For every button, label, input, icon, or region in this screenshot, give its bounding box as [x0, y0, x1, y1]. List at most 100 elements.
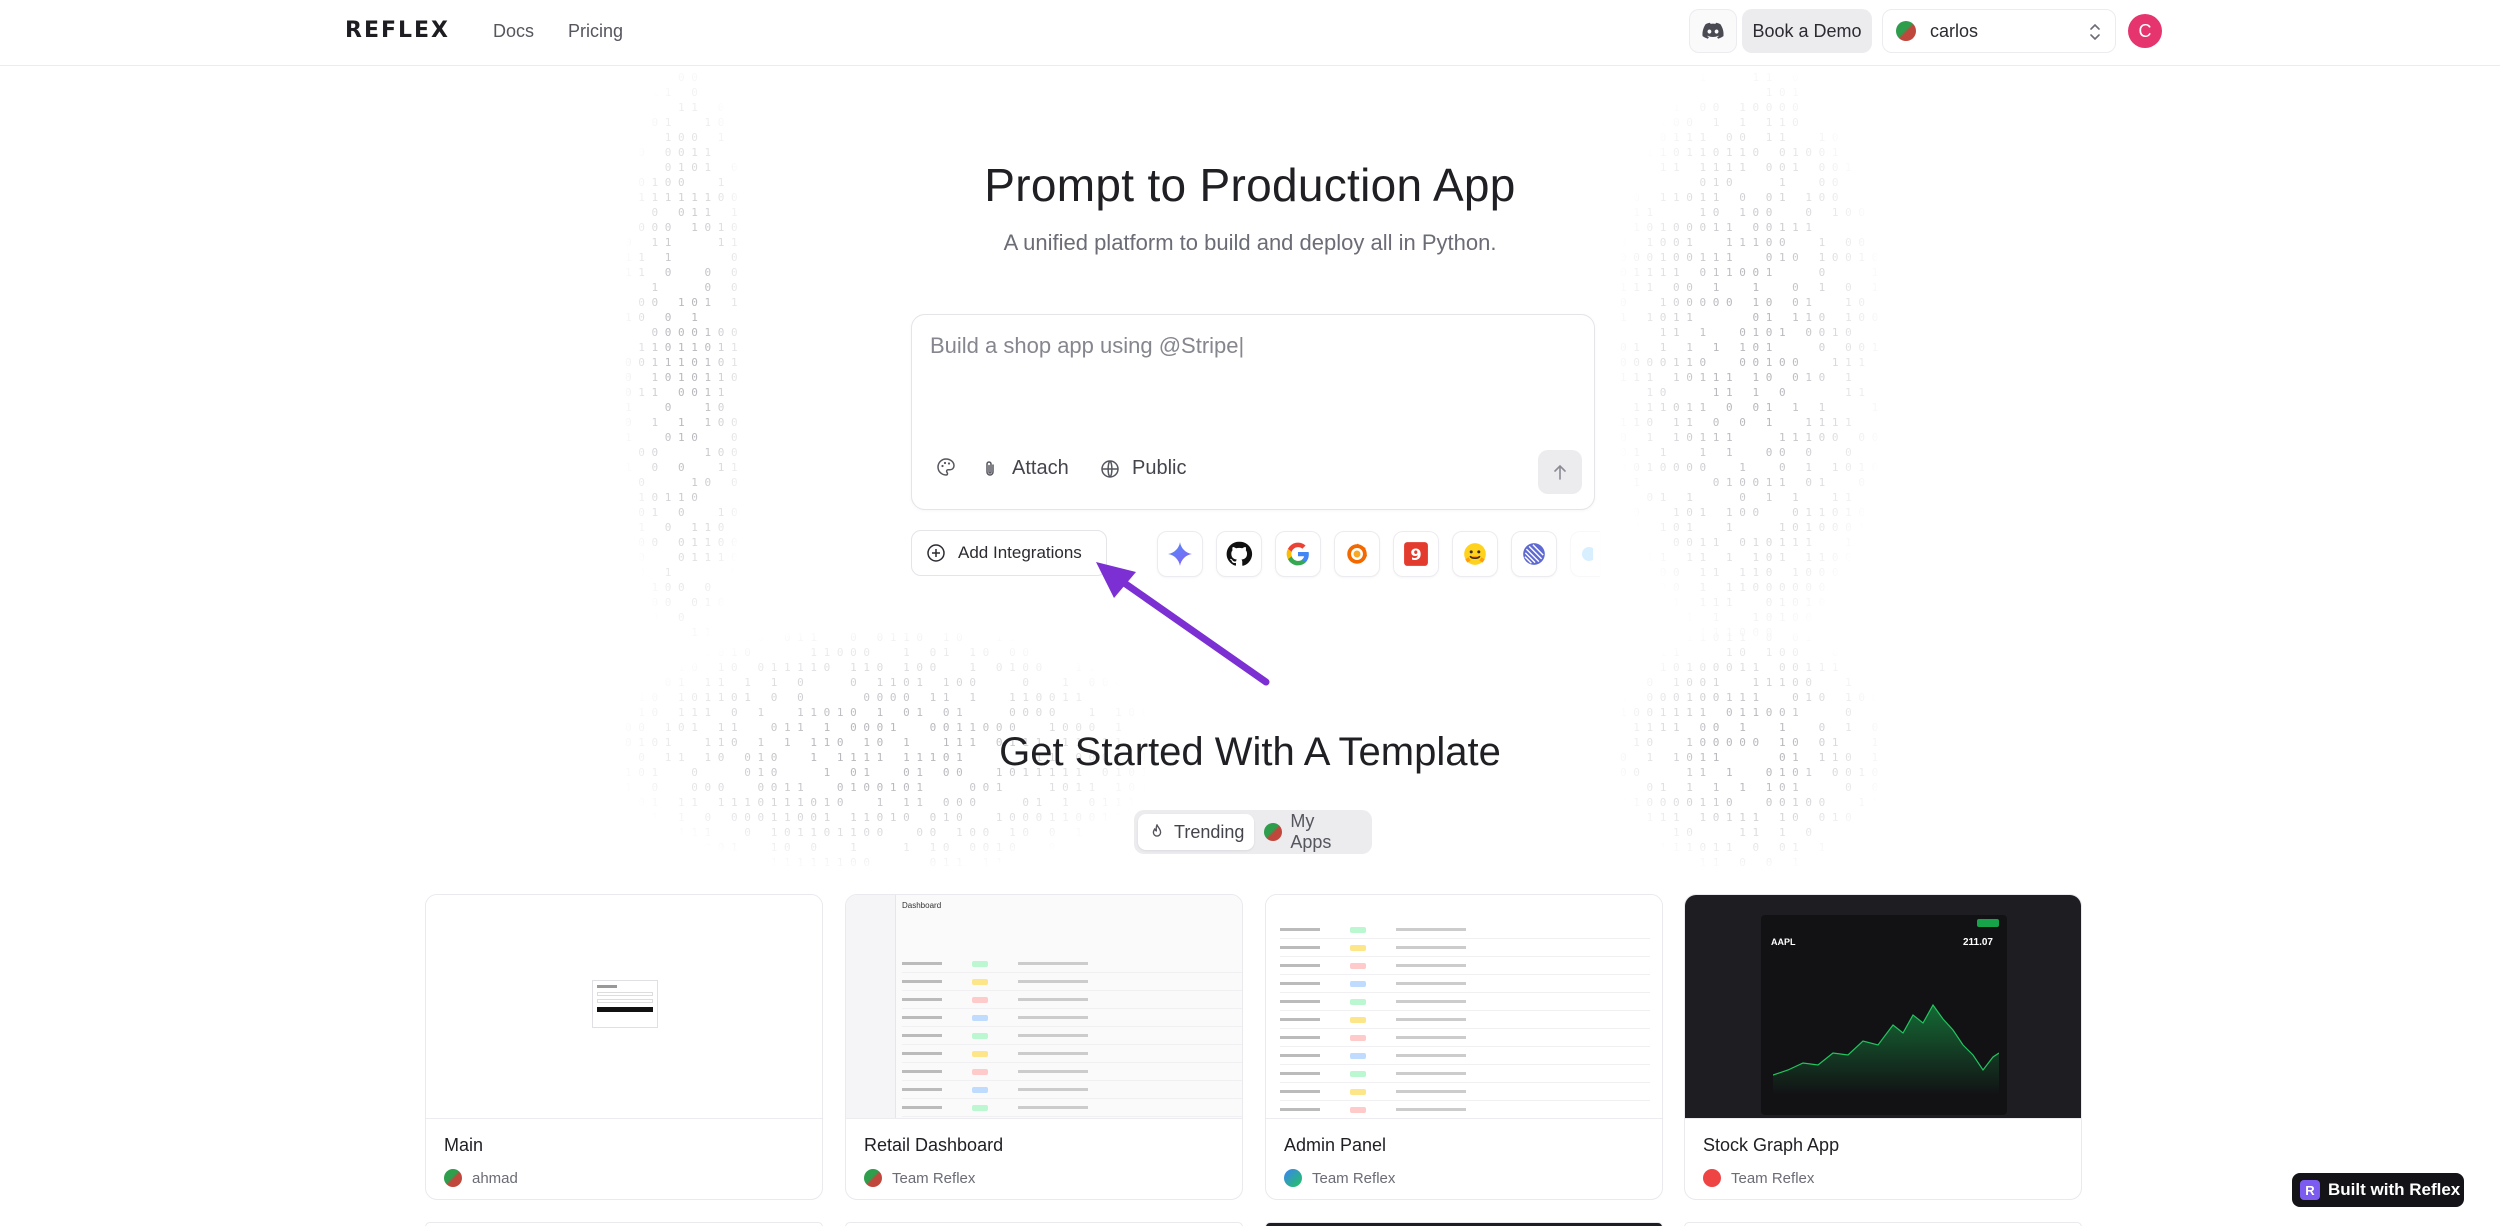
- card-author: ahmad: [444, 1169, 518, 1187]
- integration-more[interactable]: [1570, 531, 1600, 577]
- tab-trending-label: Trending: [1174, 821, 1245, 842]
- preview-table: [902, 955, 1242, 1117]
- account-color-dot: [1896, 21, 1916, 41]
- preview-row: [1280, 939, 1650, 957]
- card-author-name: Team Reflex: [1731, 1169, 1815, 1187]
- preview-table: [1280, 921, 1650, 1118]
- add-integrations-button[interactable]: Add Integrations: [911, 530, 1107, 576]
- templates-tabs: Trending My Apps: [1134, 810, 1372, 854]
- account-name: carlos: [1930, 20, 1979, 41]
- tab-my-apps-label: My Apps: [1290, 811, 1332, 852]
- tab-my-apps[interactable]: My Apps: [1254, 811, 1368, 852]
- author-dot: [1284, 1169, 1302, 1187]
- preview-row: [902, 1027, 1242, 1045]
- preview-row: [902, 1099, 1242, 1117]
- preview-row: [902, 955, 1242, 973]
- google-icon: [1286, 542, 1309, 566]
- integration-huggingface[interactable]: [1452, 531, 1498, 577]
- top-navbar: REFLEX Docs Pricing Book a Demo carlos C: [0, 0, 2500, 66]
- built-with-reflex-label: Built with Reflex: [2328, 1180, 2461, 1199]
- visibility-button[interactable]: Public: [1100, 457, 1186, 480]
- template-card-admin-panel[interactable]: Admin Panel Team Reflex: [1265, 894, 1663, 1200]
- book-demo-button[interactable]: Book a Demo: [1742, 9, 1872, 53]
- more-icon: [1581, 547, 1593, 561]
- preview-heading: Dashboard: [902, 901, 942, 910]
- preview-stock-chart: [1773, 1003, 1999, 1095]
- card-title: Retail Dashboard: [864, 1135, 1004, 1155]
- preview-row: [902, 991, 1242, 1009]
- card-author-name: Team Reflex: [892, 1169, 976, 1187]
- preview-row: [902, 973, 1242, 991]
- submit-prompt-button[interactable]: [1538, 450, 1582, 494]
- preview-row: [902, 1063, 1242, 1081]
- prompt-box[interactable]: Build a shop app using @Stripe| Attach P…: [911, 314, 1595, 510]
- preview-row: [1280, 1029, 1650, 1047]
- binary-pattern-right: 0 0 1 1 1 1 0 0 0 1 0 0 1 0 0 1 0 1 0 0 …: [1620, 71, 1879, 639]
- arrow-up-icon: [1554, 464, 1566, 480]
- preview-row: [1280, 1065, 1650, 1083]
- plus-circle-icon: [927, 544, 945, 562]
- preview-row: [1280, 957, 1650, 975]
- preview-login-form: [592, 980, 658, 1028]
- grafana-icon: [1347, 543, 1368, 564]
- attach-button[interactable]: Attach: [980, 457, 1069, 480]
- card-author: Team Reflex: [864, 1169, 975, 1187]
- preview-row: [1280, 993, 1650, 1011]
- preview-ticker: AAPL: [1771, 937, 1796, 947]
- template-card-retail-dashboard[interactable]: Dashboard Retail Dashboard Team Reflex: [845, 894, 1243, 1200]
- flame-icon: [1152, 824, 1162, 837]
- preview-row: [1280, 1101, 1650, 1118]
- user-avatar[interactable]: C: [2128, 14, 2162, 48]
- card-title: Stock Graph App: [1703, 1135, 1840, 1155]
- author-dot: [444, 1169, 462, 1187]
- preview-row: [902, 1009, 1242, 1027]
- template-card-next-row: [425, 1222, 823, 1226]
- template-card-next-row: [845, 1222, 1243, 1226]
- add-integrations-label: Add Integrations: [958, 543, 1082, 562]
- visibility-label: Public: [1132, 457, 1187, 479]
- chevron-up-down-icon: [2090, 23, 2100, 41]
- author-dot: [1703, 1169, 1721, 1187]
- integration-grafana[interactable]: [1334, 531, 1380, 577]
- card-preview: AAPL 211.07: [1685, 895, 2081, 1119]
- preview-price: 211.07: [1962, 937, 1993, 948]
- integration-nine[interactable]: 9: [1393, 531, 1439, 577]
- globe-icon: [1101, 459, 1119, 478]
- nav-pricing-link[interactable]: Pricing: [568, 19, 623, 43]
- preview-row: [1280, 1083, 1650, 1101]
- annotation-arrow: [1096, 562, 1270, 686]
- nav-docs-link[interactable]: Docs: [493, 19, 534, 43]
- card-author-name: Team Reflex: [1312, 1169, 1396, 1187]
- prompt-input[interactable]: Build a shop app using @Stripe|: [930, 333, 1244, 359]
- reflex-logo[interactable]: REFLEX: [345, 18, 450, 46]
- card-title: Admin Panel: [1284, 1135, 1387, 1155]
- card-preview: [1266, 895, 1662, 1119]
- templates-title: Get Started With A Template: [999, 730, 1501, 774]
- preview-row: [902, 1045, 1242, 1063]
- account-selector[interactable]: carlos: [1882, 9, 2116, 53]
- integration-linear[interactable]: [1511, 531, 1557, 577]
- hero-subtitle: A unified platform to build and deploy a…: [1003, 230, 1497, 255]
- card-title: Main: [444, 1135, 484, 1155]
- reflex-badge-logo: R: [2300, 1180, 2320, 1200]
- preview-row: [1280, 975, 1650, 993]
- preview-row: [1280, 921, 1650, 939]
- template-card-stock-graph[interactable]: AAPL 211.07 Stock Graph App Team Reflex: [1684, 894, 2082, 1200]
- card-author: Team Reflex: [1284, 1169, 1395, 1187]
- binary-pattern-left: 0 0 0 0 1 0 0 1 1 0 1 0 0 1 1 0 1 0 0 1 …: [625, 71, 738, 639]
- preview-row: [1280, 1047, 1650, 1065]
- built-with-reflex-badge[interactable]: R Built with Reflex: [2292, 1173, 2464, 1207]
- template-card-main[interactable]: Main ahmad: [425, 894, 823, 1200]
- palette-icon: [937, 458, 955, 476]
- card-author: Team Reflex: [1703, 1169, 1814, 1187]
- tab-trending[interactable]: Trending: [1138, 814, 1255, 850]
- team-dot: [1264, 823, 1283, 841]
- card-preview: Dashboard: [846, 895, 1242, 1119]
- huggingface-icon: [1464, 543, 1486, 565]
- linear-icon: [1523, 543, 1545, 565]
- discord-button[interactable]: [1689, 9, 1737, 53]
- svg-text:9: 9: [1410, 545, 1421, 564]
- integration-google[interactable]: [1275, 531, 1321, 577]
- theme-button[interactable]: [936, 457, 968, 477]
- discord-icon: [1702, 22, 1724, 39]
